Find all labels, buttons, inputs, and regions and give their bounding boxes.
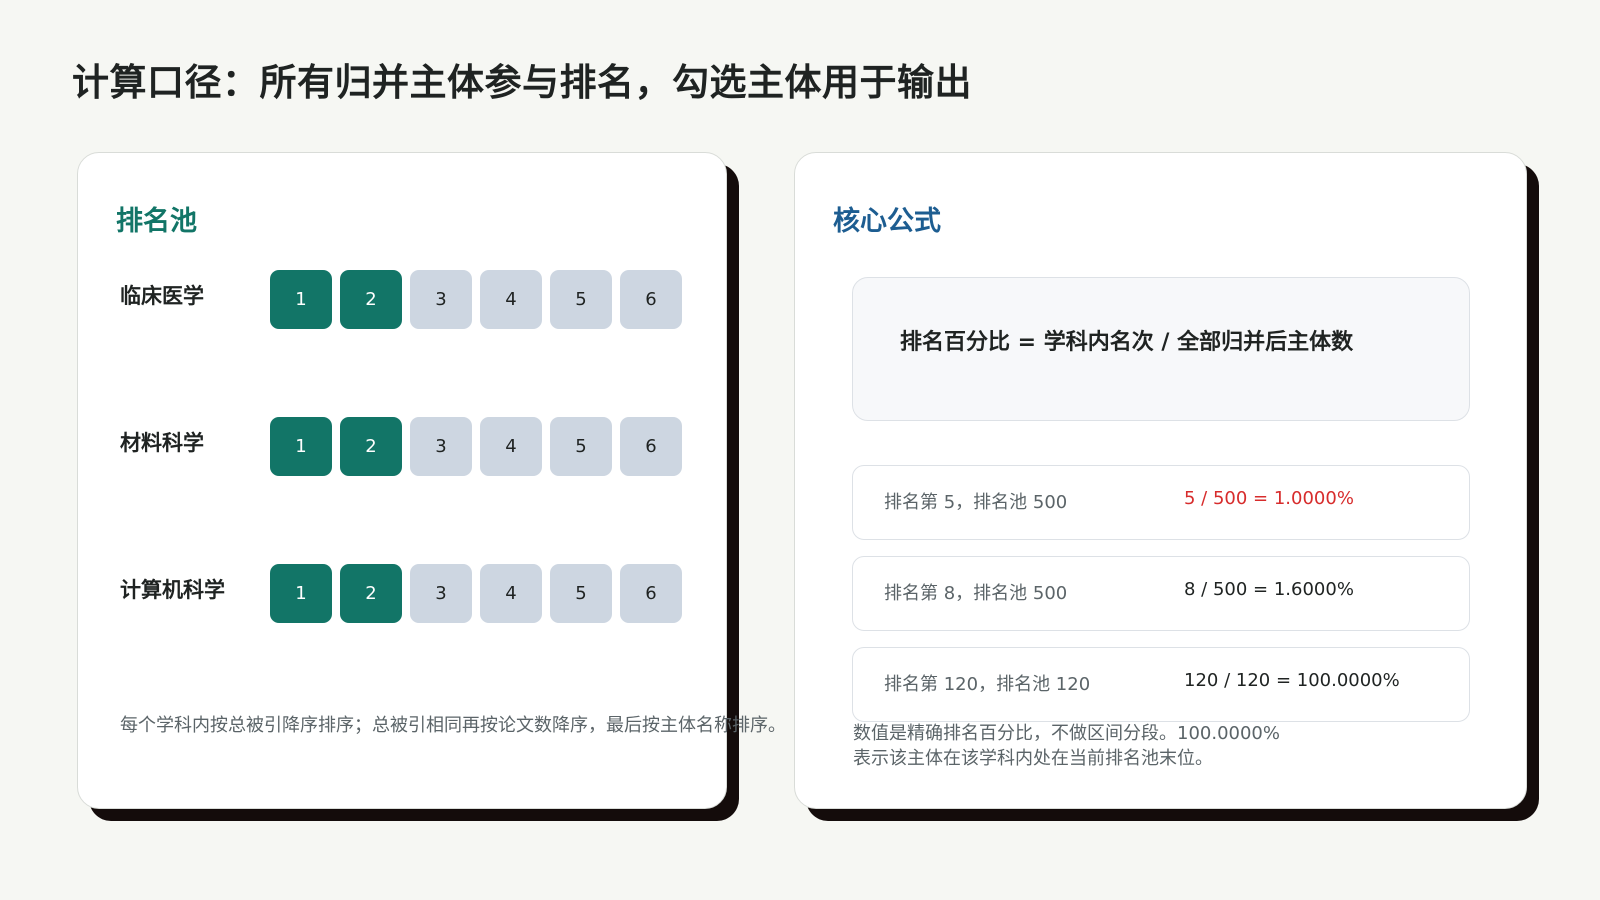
core-formula-card: 核心公式 排名百分比 = 学科内名次 / 全部归并后主体数 排名第 5，排名池 …	[794, 152, 1527, 809]
row-label: 材料科学	[120, 431, 204, 455]
example-label: 排名第 5，排名池 500	[884, 492, 1068, 513]
rank-slot[interactable]: 5	[550, 564, 612, 623]
rank-slots: 1 2 3 4 5 6	[270, 417, 682, 476]
row-label: 计算机科学	[120, 578, 225, 602]
rank-slot[interactable]: 4	[480, 270, 542, 329]
pool-row-computer-science: 计算机科学 1 2 3 4 5 6	[78, 564, 726, 624]
formula-text: 排名百分比 = 学科内名次 / 全部归并后主体数	[900, 330, 1354, 355]
example-row: 排名第 5，排名池 500 5 / 500 = 1.0000%	[852, 465, 1470, 540]
core-formula-heading: 核心公式	[833, 206, 941, 237]
ranking-pool-card: 排名池 临床医学 1 2 3 4 5 6 材料科学 1 2 3 4 5 6 计算…	[77, 152, 786, 809]
ranking-pool-heading: 排名池	[116, 206, 197, 237]
pool-row-clinical-medicine: 临床医学 1 2 3 4 5 6	[78, 270, 726, 330]
example-label: 排名第 120，排名池 120	[884, 674, 1091, 695]
rank-slot[interactable]: 5	[550, 417, 612, 476]
rank-slot[interactable]: 5	[550, 270, 612, 329]
rank-slot[interactable]: 6	[620, 417, 682, 476]
rank-slot[interactable]: 3	[410, 270, 472, 329]
precision-note: 数值是精确排名百分比，不做区间分段。100.0000% 表示该主体在该学科内处在…	[853, 721, 1280, 771]
example-result-highlight: 5 / 500 = 1.0000%	[1184, 488, 1354, 509]
precision-note-line2: 表示该主体在该学科内处在当前排名池末位。	[853, 748, 1213, 769]
rank-slot[interactable]: 6	[620, 564, 682, 623]
precision-note-line1: 数值是精确排名百分比，不做区间分段。100.0000%	[853, 723, 1280, 744]
rank-slots: 1 2 3 4 5 6	[270, 270, 682, 329]
rank-slots: 1 2 3 4 5 6	[270, 564, 682, 623]
rank-slot-selected[interactable]: 2	[340, 564, 402, 623]
example-row: 排名第 8，排名池 500 8 / 500 = 1.6000%	[852, 556, 1470, 631]
example-row: 排名第 120，排名池 120 120 / 120 = 100.0000%	[852, 647, 1470, 722]
row-label: 临床医学	[120, 284, 204, 308]
rank-slot[interactable]: 3	[410, 417, 472, 476]
page-title: 计算口径：所有归并主体参与排名，勾选主体用于输出	[72, 61, 972, 104]
example-result: 120 / 120 = 100.0000%	[1184, 670, 1400, 691]
rank-slot-selected[interactable]: 1	[270, 564, 332, 623]
formula-box: 排名百分比 = 学科内名次 / 全部归并后主体数	[852, 277, 1470, 421]
rank-slot[interactable]: 3	[410, 564, 472, 623]
example-result: 8 / 500 = 1.6000%	[1184, 579, 1354, 600]
sort-rule-note: 每个学科内按总被引降序排序；总被引相同再按论文数降序，最后按主体名称排序。	[120, 715, 786, 736]
example-label: 排名第 8，排名池 500	[884, 583, 1068, 604]
pool-row-materials-science: 材料科学 1 2 3 4 5 6	[78, 417, 726, 477]
rank-slot[interactable]: 6	[620, 270, 682, 329]
rank-slot[interactable]: 4	[480, 417, 542, 476]
rank-slot-selected[interactable]: 1	[270, 417, 332, 476]
rank-slot-selected[interactable]: 2	[340, 417, 402, 476]
rank-slot-selected[interactable]: 1	[270, 270, 332, 329]
rank-slot-selected[interactable]: 2	[340, 270, 402, 329]
rank-slot[interactable]: 4	[480, 564, 542, 623]
